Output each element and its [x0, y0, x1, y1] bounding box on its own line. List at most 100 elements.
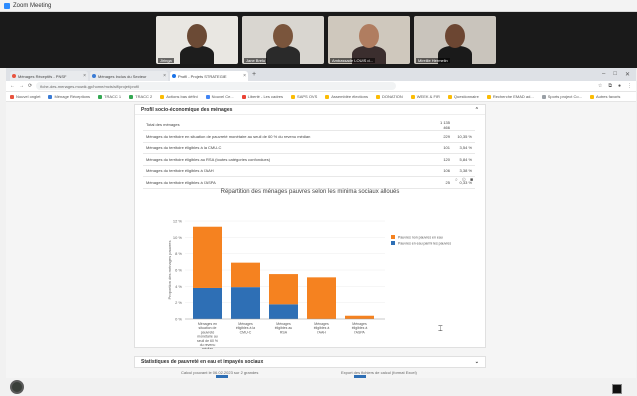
menu-icon[interactable]: ⋮: [627, 83, 632, 89]
window-controls: – □ ✕: [602, 71, 636, 78]
bookmark-item[interactable]: Nouvel onglet: [10, 94, 40, 99]
bar-segment: [307, 277, 336, 319]
browser-tab[interactable]: Ménages Réceptifs - PNSF ×: [10, 71, 88, 81]
bookmark-label: TRACC 1: [104, 94, 122, 99]
card-title: Statistiques de pauvreté en eau et impay…: [141, 359, 264, 365]
x-tick-label: Ménages éligibles au RSA: [275, 322, 293, 334]
bookmark-icon: [48, 94, 53, 99]
browser-tab-bar: Ménages Réceptifs - PNSF × Ménages Inclus …: [6, 68, 636, 81]
zoom-bottom-area: [0, 378, 637, 396]
browser-tab[interactable]: Profil - Projets STRATEGIE ×: [170, 71, 248, 81]
export-note: Export des fichiers de calcul (format Ex…: [341, 370, 417, 375]
participant-name: Ambassade LOUIS d...: [330, 58, 375, 63]
chevron-down-icon[interactable]: ⌄: [475, 359, 479, 365]
extensions-icon[interactable]: ⧉: [608, 83, 612, 89]
bookmark-label: Actions bas défini: [166, 94, 198, 99]
back-icon[interactable]: ←: [10, 83, 15, 89]
tab-favicon-icon: [12, 74, 16, 78]
bookmark-label: Liberté - Les cadres: [247, 94, 284, 99]
y-tick-label: 4 %: [175, 284, 182, 289]
browser-tab[interactable]: Ménages Inclus du Secteur ×: [90, 71, 168, 81]
browser-window: Ménages Réceptifs - PNSF × Ménages Inclus …: [6, 68, 636, 378]
reload-icon[interactable]: ⟳: [28, 83, 32, 89]
bookmark-label: SAPS OVS: [297, 94, 318, 99]
tab-close-icon[interactable]: ×: [83, 73, 86, 79]
forward-icon[interactable]: →: [19, 83, 24, 89]
bar-segment: [193, 226, 222, 288]
y-tick-label: 6 %: [175, 268, 182, 273]
bookmarks-bar: Nouvel onglet Ménage Réceptions TRACC 1 TRA…: [6, 92, 636, 102]
mouse-cursor-icon: ⌶: [438, 324, 443, 333]
bookmark-label: Autres favoris: [595, 94, 621, 99]
tab-close-icon[interactable]: ×: [163, 73, 166, 79]
bookmark-label: DONATION: [381, 94, 403, 99]
bookmark-item[interactable]: Questionnaire: [447, 94, 479, 99]
socio-economic-card: Profil socio-économique des ménages ⌃ To…: [134, 104, 486, 350]
bookmark-item[interactable]: DONATION: [375, 94, 403, 99]
profile-icon[interactable]: ●: [618, 83, 621, 89]
tab-title: Ménages Réceptifs - PNSF: [18, 74, 67, 79]
bar-chart: 12 % 10 % 8 % 6 % 4 % 2 % 0 % Proportion des mé…: [167, 219, 451, 350]
bookmark-icon: [410, 94, 415, 99]
close-icon[interactable]: ✕: [625, 71, 630, 78]
bookmark-icon: [129, 94, 134, 99]
y-tick-label: 12 %: [173, 219, 183, 224]
bookmark-label: TRACC 2: [135, 94, 153, 99]
bookmark-label: Questionnaire: [453, 94, 479, 99]
bookmark-item[interactable]: TRACC 1: [98, 94, 121, 99]
bar-segment: [231, 287, 260, 319]
participant-head: [273, 24, 293, 48]
bookmark-item[interactable]: Liberté - Les cadres: [241, 94, 284, 99]
zoom-window-title: Zoom Meeting: [13, 2, 52, 9]
poverty-stats-card: Statistiques de pauvreté en eau et impay…: [134, 356, 486, 368]
participant-tile[interactable]: Ambassade LOUIS d...: [328, 16, 410, 64]
star-icon[interactable]: ☆: [598, 83, 602, 89]
address-row: ← → ⟳ fiche-des-menages.mowik.gp/home/mc…: [6, 81, 636, 92]
bookmark-icon: [589, 94, 594, 99]
bookmark-item[interactable]: Sports project Co...: [541, 94, 582, 99]
participant-tile[interactable]: Mireille Hermelin: [414, 16, 496, 64]
participant-tile[interactable]: Jiringa: [156, 16, 238, 64]
participant-body: [266, 46, 300, 64]
bookmark-item[interactable]: Assemblée élections: [325, 94, 368, 99]
bar-segment: [269, 274, 298, 305]
poverty-stats-card-header[interactable]: Statistiques de pauvreté en eau et impay…: [135, 357, 485, 367]
participant-head: [359, 24, 379, 48]
bookmark-item[interactable]: Nouvel Ce...: [205, 94, 234, 99]
participant-strip: Jiringa Jane Brelu Ambassade LOUIS d... Mir…: [0, 12, 637, 68]
participant-head: [187, 24, 207, 48]
tab-favicon-icon: [92, 74, 96, 78]
bookmark-item[interactable]: Ménage Réceptions: [48, 94, 90, 99]
bookmark-item[interactable]: WEEK & FIR: [410, 94, 440, 99]
x-tick-label: Ménages éligibles à l'AAH: [314, 322, 330, 334]
tab-title: Profil - Projets STRATEGIE: [178, 74, 227, 79]
bookmark-item[interactable]: Recherche EMAD ad...: [486, 94, 534, 99]
bar-segment: [231, 262, 260, 288]
maximize-icon[interactable]: □: [613, 71, 617, 78]
bookmark-item[interactable]: Actions bas défini: [160, 94, 198, 99]
participant-name: Jiringa: [158, 58, 174, 63]
tab-close-icon[interactable]: ×: [243, 73, 246, 79]
page-content: Profil socio-économique des ménages ⌃ To…: [6, 102, 636, 378]
legend-swatch: [391, 235, 395, 239]
self-view-avatar[interactable]: [10, 380, 24, 394]
bookmark-label: Nouvel onglet: [16, 94, 41, 99]
new-tab-icon[interactable]: +: [252, 71, 256, 78]
bookmark-icon: [291, 94, 296, 99]
bookmark-item[interactable]: SAPS OVS: [291, 94, 317, 99]
participant-tile[interactable]: Jane Brelu: [242, 16, 324, 64]
bookmark-icon: [241, 94, 246, 99]
participant-name: Mireille Hermelin: [416, 58, 450, 63]
bookmark-icon: [10, 94, 14, 99]
bookmark-item[interactable]: TRACC 2: [129, 94, 152, 99]
address-bar[interactable]: fiche-des-menages.mowik.gp/home/mcts/sif…: [36, 82, 397, 90]
share-indicator-icon[interactable]: [612, 384, 622, 394]
y-tick-label: 10 %: [173, 235, 183, 240]
bookmark-label: WEEK & FIR: [416, 94, 440, 99]
minimize-icon[interactable]: –: [602, 71, 605, 78]
bookmark-item[interactable]: Autres favoris: [589, 94, 621, 99]
y-tick-label: 0 %: [175, 317, 182, 322]
participant-head: [445, 24, 465, 48]
x-tick-label: Ménages en situation de pauvreté monétaire …: [197, 322, 218, 349]
bookmark-label: Nouvel Ce...: [211, 94, 234, 99]
